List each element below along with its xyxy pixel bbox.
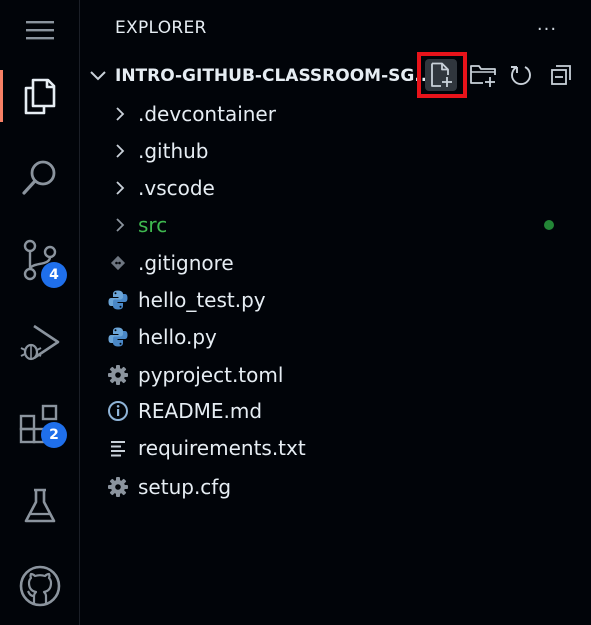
extensions-badge: 2 [41, 422, 67, 448]
testing-activity-button[interactable] [0, 476, 80, 536]
chevron-down-icon [90, 71, 106, 81]
tree-item-label: .github [138, 139, 209, 163]
collapse-all-icon [551, 65, 571, 85]
source-control-activity-button[interactable]: 4 [0, 230, 80, 290]
tree-item-requirements-txt[interactable]: requirements.txt [80, 430, 591, 466]
tree-item-label: hello.py [138, 325, 217, 349]
refresh-button[interactable] [505, 59, 537, 91]
tree-item-hello-py[interactable]: hello.py [80, 319, 591, 355]
project-header[interactable]: INTRO-GITHUB-CLASSROOM-SG... [80, 58, 591, 94]
hamburger-menu-icon [26, 21, 54, 40]
tree-item-label: src [138, 213, 168, 237]
vscode-window: 4 2 EXPLORER ··· INTRO-GITHUB-CLASSROOM-… [0, 0, 591, 625]
run-debug-icon [20, 324, 60, 361]
more-actions-button[interactable]: ··· [532, 14, 562, 44]
files-icon [24, 78, 56, 115]
chevron-right-icon [116, 144, 125, 158]
refresh-icon [511, 66, 531, 86]
modified-indicator-dot [544, 220, 554, 230]
tree-item-label: pyproject.toml [138, 363, 284, 387]
tree-item-label: README.md [138, 399, 263, 423]
extensions-activity-button[interactable]: 2 [0, 394, 80, 454]
beaker-icon [24, 488, 56, 523]
run-debug-activity-button[interactable] [0, 312, 80, 372]
tree-item-devcontainer[interactable]: .devcontainer [80, 96, 591, 132]
explorer-activity-button[interactable] [0, 66, 80, 126]
new-folder-button[interactable] [467, 59, 499, 91]
tree-item-label: requirements.txt [138, 436, 306, 460]
tree-item-gitignore[interactable]: .gitignore [80, 245, 591, 281]
explorer-title: EXPLORER [115, 18, 207, 38]
tree-item-vscode[interactable]: .vscode [80, 170, 591, 206]
source-control-badge: 4 [41, 262, 67, 288]
tree-item-github[interactable]: .github [80, 133, 591, 169]
python-icon [107, 326, 129, 348]
ellipsis-icon: ··· [536, 18, 558, 40]
tree-item-src[interactable]: src [80, 207, 591, 243]
git-diamond-icon [107, 252, 129, 274]
explorer-panel: EXPLORER ··· INTRO-GITHUB-CLASSROOM-SG..… [80, 0, 591, 625]
tree-item-label: .gitignore [138, 251, 234, 275]
chevron-right-icon [116, 218, 125, 232]
chevron-right-icon [116, 107, 125, 121]
github-icon [19, 565, 61, 607]
lines-icon [107, 437, 129, 459]
search-activity-button[interactable] [0, 148, 80, 208]
collapse-all-button[interactable] [545, 59, 577, 91]
info-icon [107, 400, 129, 422]
tree-item-label: .devcontainer [138, 102, 276, 126]
tree-item-label: hello_test.py [138, 288, 266, 312]
tree-item-hello-test-py[interactable]: hello_test.py [80, 282, 591, 318]
tree-item-pyproject-toml[interactable]: pyproject.toml [80, 357, 591, 393]
project-name: INTRO-GITHUB-CLASSROOM-SG... [115, 66, 434, 86]
tree-item-readme-md[interactable]: README.md [80, 393, 591, 429]
activity-bar: 4 2 [0, 0, 80, 625]
chevron-right-icon [116, 181, 125, 195]
new-file-highlight [417, 52, 467, 98]
tree-item-setup-cfg[interactable]: setup.cfg [80, 469, 591, 505]
search-icon [22, 160, 56, 195]
tree-item-label: setup.cfg [138, 475, 232, 499]
python-icon [107, 289, 129, 311]
gear-icon [107, 364, 129, 386]
menu-button[interactable] [0, 0, 80, 60]
gear-icon [107, 476, 129, 498]
tree-item-label: .vscode [138, 176, 215, 200]
github-activity-button[interactable] [0, 556, 80, 616]
new-folder-icon [470, 65, 496, 87]
